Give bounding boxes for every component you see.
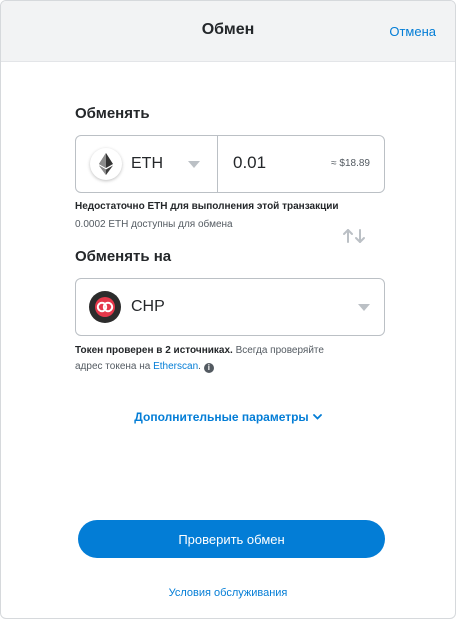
review-swap-button[interactable]: Проверить обмен [78, 520, 385, 558]
swap-window: Обмен Отмена Обменять ETH ≈ $18.89 Недос… [0, 0, 456, 619]
to-token-dropdown[interactable]: CHP [75, 278, 385, 336]
token-verified-note: Токен проверен в 2 источниках. Всегда пр… [75, 345, 324, 356]
page-title: Обмен [201, 21, 255, 38]
from-token-symbol: ETH [131, 155, 163, 172]
verified-rest-text: Всегда проверяйте [232, 345, 324, 356]
amount-input[interactable] [233, 153, 313, 173]
fiat-value: ≈ $18.89 [331, 158, 370, 169]
chevron-down-icon [312, 414, 322, 420]
chevron-down-icon [358, 304, 370, 311]
verify-suffix-text: . [198, 361, 201, 372]
etherscan-link[interactable]: Etherscan [153, 361, 198, 372]
ethereum-icon [90, 148, 122, 180]
to-token-symbol: CHP [131, 298, 165, 315]
switch-tokens-icon[interactable] [341, 227, 367, 245]
chevron-down-icon [188, 161, 200, 168]
swap-to-label: Обменять на [75, 248, 172, 265]
verified-bold-text: Токен проверен в 2 источниках. [75, 345, 233, 356]
chp-token-icon [89, 291, 121, 323]
advanced-options-label: Дополнительные параметры [134, 410, 309, 424]
insufficient-balance-warning: Недостаточно ETH для выполнения этой тра… [75, 201, 339, 212]
swap-from-box: ETH ≈ $18.89 [75, 135, 385, 193]
from-token-dropdown[interactable]: ETH [76, 136, 218, 192]
info-icon[interactable]: i [203, 363, 214, 373]
swap-from-label: Обменять [75, 105, 150, 122]
available-balance: 0.0002 ETH доступны для обмена [75, 219, 233, 230]
terms-of-service-link[interactable]: Условия обслуживания [1, 587, 455, 599]
verify-address-note: адрес токена на Etherscan. i [75, 361, 214, 373]
verify-prefix-text: адрес токена на [75, 361, 154, 372]
advanced-options-toggle[interactable]: Дополнительные параметры [1, 410, 455, 424]
header: Обмен Отмена [1, 1, 455, 62]
cancel-link[interactable]: Отмена [389, 24, 436, 39]
